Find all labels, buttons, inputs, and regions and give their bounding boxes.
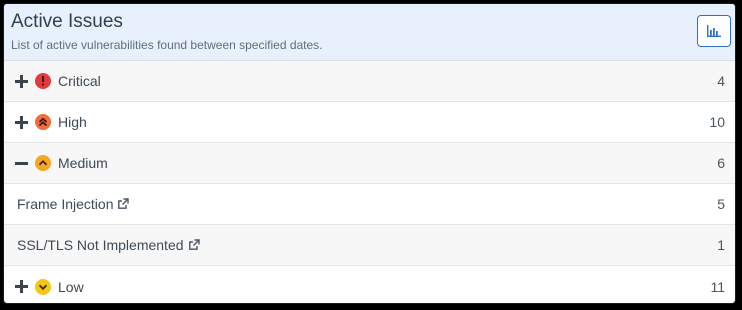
severity-row-critical[interactable]: Critical 4 [4, 61, 735, 102]
chevron-down-icon [35, 278, 51, 295]
external-link-icon[interactable] [188, 239, 200, 251]
bar-chart-icon [707, 25, 721, 37]
severity-row-low[interactable]: Low 11 [4, 266, 735, 303]
panel-title: Active Issues [11, 11, 123, 32]
severity-label: Low [58, 278, 84, 295]
external-link-icon[interactable] [117, 198, 130, 210]
issue-name[interactable]: SSL/TLS Not Implemented [17, 237, 184, 253]
chart-view-button[interactable] [697, 15, 731, 47]
issue-label[interactable]: Frame Injection [17, 196, 685, 212]
panel-subtitle: List of active vulnerabilities found bet… [11, 38, 323, 52]
severity-row-high[interactable]: High 10 [4, 102, 735, 143]
issue-row[interactable]: Frame Injection 5 [4, 184, 735, 225]
issue-name[interactable]: Frame Injection [17, 196, 113, 212]
severity-label: Critical [58, 73, 101, 89]
issue-label[interactable]: SSL/TLS Not Implemented [17, 237, 685, 253]
issue-count: 11 [710, 278, 725, 295]
issue-count: 5 [717, 196, 725, 212]
double-chevron-up-icon [35, 114, 51, 130]
severity-label: Medium [58, 155, 108, 171]
expand-plus-icon[interactable] [14, 279, 29, 294]
expand-plus-icon[interactable] [14, 115, 29, 130]
expand-plus-icon[interactable] [14, 74, 29, 89]
exclamation-icon [35, 73, 51, 89]
issue-row[interactable]: SSL/TLS Not Implemented 1 [4, 225, 735, 266]
collapse-minus-icon[interactable] [14, 156, 29, 171]
issue-count: 10 [709, 114, 725, 130]
issue-count: 6 [717, 155, 725, 171]
chevron-up-icon [35, 155, 51, 171]
severity-row-medium[interactable]: Medium 6 [4, 143, 735, 184]
issue-count: 4 [717, 73, 725, 89]
issue-count: 1 [717, 237, 725, 253]
severity-label: High [58, 114, 87, 130]
panel-header: Active Issues List of active vulnerabili… [4, 4, 735, 61]
active-issues-panel: Active Issues List of active vulnerabili… [3, 3, 736, 304]
